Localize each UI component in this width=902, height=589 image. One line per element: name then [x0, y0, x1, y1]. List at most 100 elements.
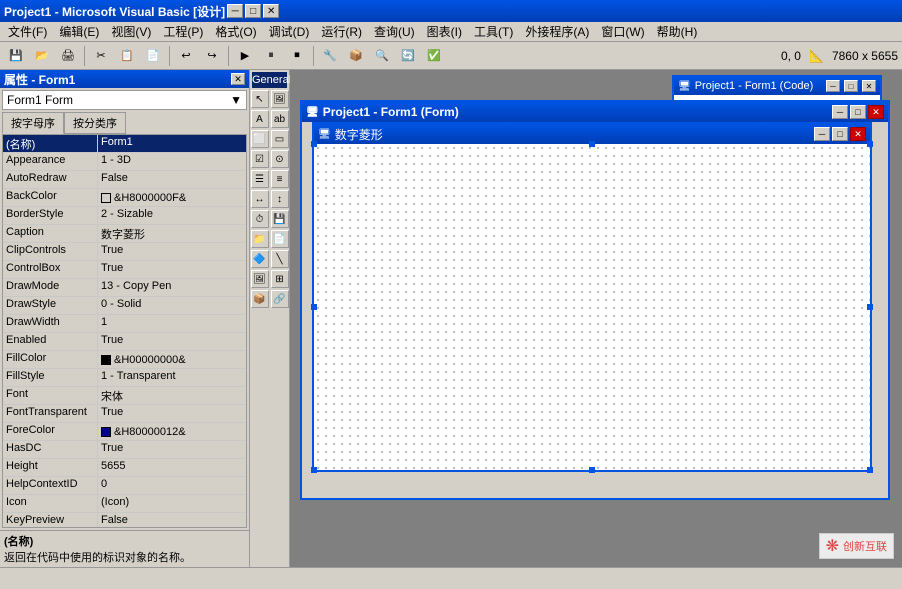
resize-handle-br[interactable]	[867, 467, 873, 473]
tool-combo[interactable]: ☰	[251, 170, 269, 188]
resize-handle-left[interactable]	[311, 304, 317, 310]
tb-pause[interactable]: ⏸	[259, 45, 283, 67]
tool-frame[interactable]: ⬜	[251, 130, 269, 148]
tb-open[interactable]: 📂	[30, 45, 54, 67]
menu-project[interactable]: 工程(P)	[157, 22, 209, 41]
tool-radio[interactable]: ⊙	[271, 150, 289, 168]
tool-listbox[interactable]: ≡	[271, 170, 289, 188]
inner-close-button[interactable]: ✕	[850, 127, 866, 141]
tool-textbox[interactable]: ab	[271, 110, 289, 128]
design-area[interactable]: 🖥 Project1 - Form1 (Code) ─ □ ✕ 🖥 Projec…	[290, 70, 902, 567]
tool-extra[interactable]: 🔗	[271, 290, 289, 308]
close-button[interactable]: ✕	[263, 4, 279, 18]
inner-form[interactable]: 🖥 数字菱形 ─ □ ✕	[312, 122, 872, 472]
minimize-button[interactable]: ─	[227, 4, 243, 18]
tool-dir[interactable]: 📁	[251, 230, 269, 248]
menu-edit[interactable]: 编辑(E)	[53, 22, 105, 41]
resize-handle-right[interactable]	[867, 304, 873, 310]
tb-redo[interactable]: ↪	[200, 45, 224, 67]
props-dropdown[interactable]: Form1 Form ▼	[2, 90, 247, 110]
table-row[interactable]: FillStyle1 - Transparent	[3, 369, 246, 387]
table-row[interactable]: FontTransparentTrue	[3, 405, 246, 423]
inner-min-button[interactable]: ─	[814, 127, 830, 141]
tool-shape[interactable]: 🔷	[251, 250, 269, 268]
tool-command[interactable]: ▭	[271, 130, 289, 148]
table-row[interactable]: Caption数字菱形	[3, 225, 246, 243]
table-row[interactable]: Appearance1 - 3D	[3, 153, 246, 171]
tool-timer[interactable]: ⏱	[251, 210, 269, 228]
props-grid[interactable]: (名称)Form1Appearance1 - 3DAutoRedrawFalse…	[2, 134, 247, 528]
menu-view[interactable]: 视图(V)	[105, 22, 157, 41]
table-row[interactable]: KeyPreviewFalse	[3, 513, 246, 528]
table-row[interactable]: ClipControlsTrue	[3, 243, 246, 261]
table-row[interactable]: FillColor&H00000000&	[3, 351, 246, 369]
tool-picture[interactable]: 🖼	[271, 90, 289, 108]
table-row[interactable]: DrawWidth1	[3, 315, 246, 333]
tb-check[interactable]: ✅	[422, 45, 446, 67]
table-row[interactable]: EnabledTrue	[3, 333, 246, 351]
table-row[interactable]: (名称)Form1	[3, 135, 246, 153]
table-row[interactable]: ControlBoxTrue	[3, 261, 246, 279]
tb-cut[interactable]: ✂	[89, 45, 113, 67]
tb-settings[interactable]: 🔧	[318, 45, 342, 67]
tool-drive[interactable]: 💾	[271, 210, 289, 228]
tb-paste[interactable]: 📄	[141, 45, 165, 67]
tool-hscroll[interactable]: ↔	[251, 190, 269, 208]
menu-debug[interactable]: 调试(D)	[263, 22, 316, 41]
table-row[interactable]: BorderStyle2 - Sizable	[3, 207, 246, 225]
tool-label[interactable]: A	[251, 110, 269, 128]
tool-ole[interactable]: 📦	[251, 290, 269, 308]
tab-category[interactable]: 按分类序	[64, 112, 126, 134]
menu-query[interactable]: 查询(U)	[368, 22, 421, 41]
resize-handle-tl[interactable]	[311, 141, 317, 147]
tool-data[interactable]: ⊞	[271, 270, 289, 288]
table-row[interactable]: Icon(Icon)	[3, 495, 246, 513]
props-close-button[interactable]: ✕	[231, 73, 245, 85]
table-row[interactable]: HelpContextID0	[3, 477, 246, 495]
form-close-button[interactable]: ✕	[868, 105, 884, 119]
tb-print[interactable]: 🖨	[56, 45, 80, 67]
table-row[interactable]: Height5655	[3, 459, 246, 477]
maximize-button[interactable]: □	[245, 4, 261, 18]
tb-find[interactable]: 🔍	[370, 45, 394, 67]
menu-window[interactable]: 窗口(W)	[595, 22, 650, 41]
tool-line[interactable]: ╲	[271, 250, 289, 268]
menu-help[interactable]: 帮助(H)	[651, 22, 704, 41]
menu-run[interactable]: 运行(R)	[315, 22, 368, 41]
resize-handle-top[interactable]	[589, 141, 595, 147]
tool-image[interactable]: 🖼	[251, 270, 269, 288]
form-window[interactable]: 🖥 Project1 - Form1 (Form) ─ □ ✕ 🖥 数字菱形 ─…	[300, 100, 890, 500]
inner-max-button[interactable]: □	[832, 127, 848, 141]
tb-refresh[interactable]: 🔄	[396, 45, 420, 67]
menu-tools[interactable]: 工具(T)	[468, 22, 519, 41]
tool-file[interactable]: 📄	[271, 230, 289, 248]
form-max-button[interactable]: □	[850, 105, 866, 119]
code-min-button[interactable]: ─	[826, 80, 840, 92]
menu-format[interactable]: 格式(O)	[209, 22, 262, 41]
tool-checkbox[interactable]: ☑	[251, 150, 269, 168]
tool-vscroll[interactable]: ↕	[271, 190, 289, 208]
tab-alphabetic[interactable]: 按字母序	[2, 112, 64, 134]
table-row[interactable]: DrawStyle0 - Solid	[3, 297, 246, 315]
resize-handle-bl[interactable]	[311, 467, 317, 473]
menu-chart[interactable]: 图表(I)	[421, 22, 468, 41]
table-row[interactable]: BackColor&H8000000F&	[3, 189, 246, 207]
tb-run[interactable]: ▶	[233, 45, 257, 67]
tb-undo[interactable]: ↩	[174, 45, 198, 67]
menu-addins[interactable]: 外接程序(A)	[519, 22, 595, 41]
table-row[interactable]: DrawMode13 - Copy Pen	[3, 279, 246, 297]
tb-components[interactable]: 📦	[344, 45, 368, 67]
table-row[interactable]: Font宋体	[3, 387, 246, 405]
resize-handle-tr[interactable]	[867, 141, 873, 147]
code-close-button[interactable]: ✕	[862, 80, 876, 92]
table-row[interactable]: AutoRedrawFalse	[3, 171, 246, 189]
table-row[interactable]: HasDCTrue	[3, 441, 246, 459]
resize-handle-bottom[interactable]	[589, 467, 595, 473]
form-min-button[interactable]: ─	[832, 105, 848, 119]
code-max-button[interactable]: □	[844, 80, 858, 92]
table-row[interactable]: ForeColor&H80000012&	[3, 423, 246, 441]
tb-copy[interactable]: 📋	[115, 45, 139, 67]
menu-file[interactable]: 文件(F)	[2, 22, 53, 41]
tb-save[interactable]: 💾	[4, 45, 28, 67]
tb-stop[interactable]: ⏹	[285, 45, 309, 67]
